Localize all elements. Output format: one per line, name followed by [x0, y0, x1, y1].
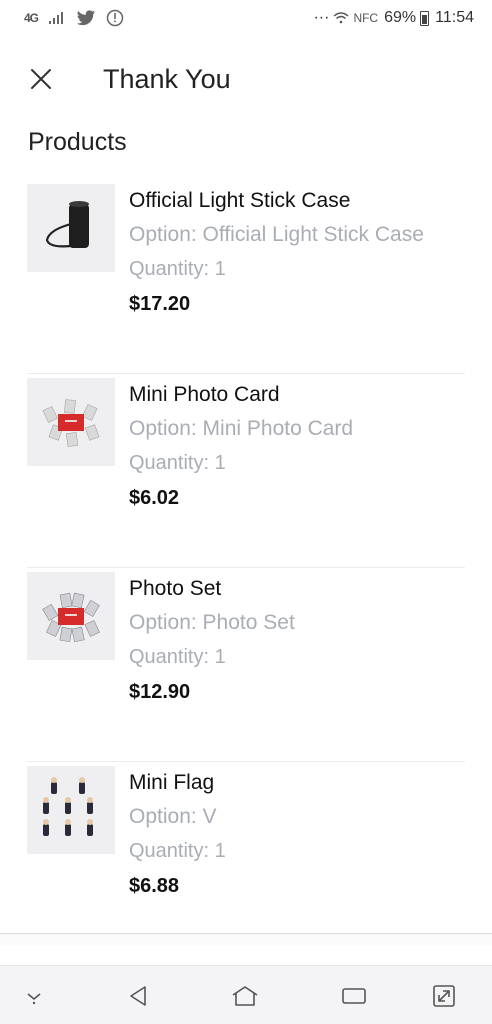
clock: 11:54 — [435, 9, 474, 26]
product-name: Mini Flag — [129, 771, 215, 794]
page-title: Thank You — [103, 64, 231, 94]
product-option: Option: Mini Photo Card — [129, 417, 354, 440]
home-button[interactable] — [229, 980, 261, 1012]
product-name: Mini Photo Card — [129, 383, 280, 406]
product-option: Option: Official Light Stick Case — [129, 223, 424, 246]
recents-icon — [342, 988, 366, 1004]
content-divider — [0, 933, 492, 945]
product-item[interactable]: Photo Set Option: Photo Set Quantity: 1 … — [27, 568, 465, 762]
light-stick-case-icon — [45, 201, 89, 248]
back-button[interactable] — [122, 980, 154, 1012]
status-bar: 4G ··· NFC 69% 11:54 — [0, 0, 492, 40]
back-icon — [130, 986, 146, 1006]
alert-icon — [106, 9, 124, 27]
product-price: $17.20 — [129, 293, 191, 315]
product-price: $6.02 — [129, 487, 180, 509]
signal-icon — [49, 12, 64, 24]
photo-set-icon — [42, 592, 100, 643]
product-item[interactable]: Official Light Stick Case Option: Offici… — [27, 180, 465, 374]
recents-button[interactable] — [338, 980, 370, 1012]
product-thumbnail — [27, 572, 115, 660]
product-quantity: Quantity: 1 — [129, 840, 226, 862]
wifi-icon — [333, 12, 349, 24]
close-button[interactable] — [24, 62, 58, 96]
product-quantity: Quantity: 1 — [129, 258, 226, 280]
twitter-icon — [76, 9, 96, 25]
product-name: Official Light Stick Case — [129, 189, 351, 212]
product-thumbnail — [27, 184, 115, 272]
product-quantity: Quantity: 1 — [129, 452, 226, 474]
network-type: 4G — [24, 11, 39, 25]
section-title: Products — [28, 128, 127, 156]
product-price: $12.90 — [129, 681, 191, 703]
expand-icon — [433, 985, 455, 1007]
product-info: Photo Set Option: Photo Set Quantity: 1 … — [129, 574, 295, 710]
photo-card-icon — [42, 399, 100, 447]
product-info: Official Light Stick Case Option: Offici… — [129, 186, 424, 322]
nfc-label: NFC — [353, 11, 379, 25]
status-bar-left: 4G — [24, 9, 124, 27]
battery-percent: 69% — [384, 9, 417, 26]
product-info: Mini Photo Card Option: Mini Photo Card … — [129, 380, 353, 516]
product-item[interactable]: Mini Flag Option: V Quantity: 1 $6.88 — [27, 762, 465, 956]
expand-button[interactable] — [428, 980, 460, 1012]
home-icon — [232, 986, 258, 1006]
battery-icon — [420, 10, 430, 26]
product-info: Mini Flag Option: V Quantity: 1 $6.88 — [129, 768, 226, 904]
chevron-down-icon — [27, 993, 41, 1005]
mini-flag-icon — [43, 777, 93, 836]
product-name: Photo Set — [129, 577, 222, 600]
hide-keyboard-button[interactable] — [18, 980, 50, 1012]
app-header: Thank You — [0, 50, 492, 110]
product-quantity: Quantity: 1 — [129, 646, 226, 668]
product-option: Option: Photo Set — [129, 611, 295, 634]
product-list: Official Light Stick Case Option: Offici… — [27, 180, 465, 956]
product-option: Option: V — [129, 805, 217, 828]
status-bar-right: ··· NFC 69% 11:54 — [313, 9, 474, 27]
product-thumbnail — [27, 378, 115, 466]
product-item[interactable]: Mini Photo Card Option: Mini Photo Card … — [27, 374, 465, 568]
product-thumbnail — [27, 766, 115, 854]
more-dots: ··· — [313, 9, 330, 26]
close-icon — [31, 69, 51, 89]
navigation-bar — [0, 965, 492, 1024]
product-price: $6.88 — [129, 875, 180, 897]
